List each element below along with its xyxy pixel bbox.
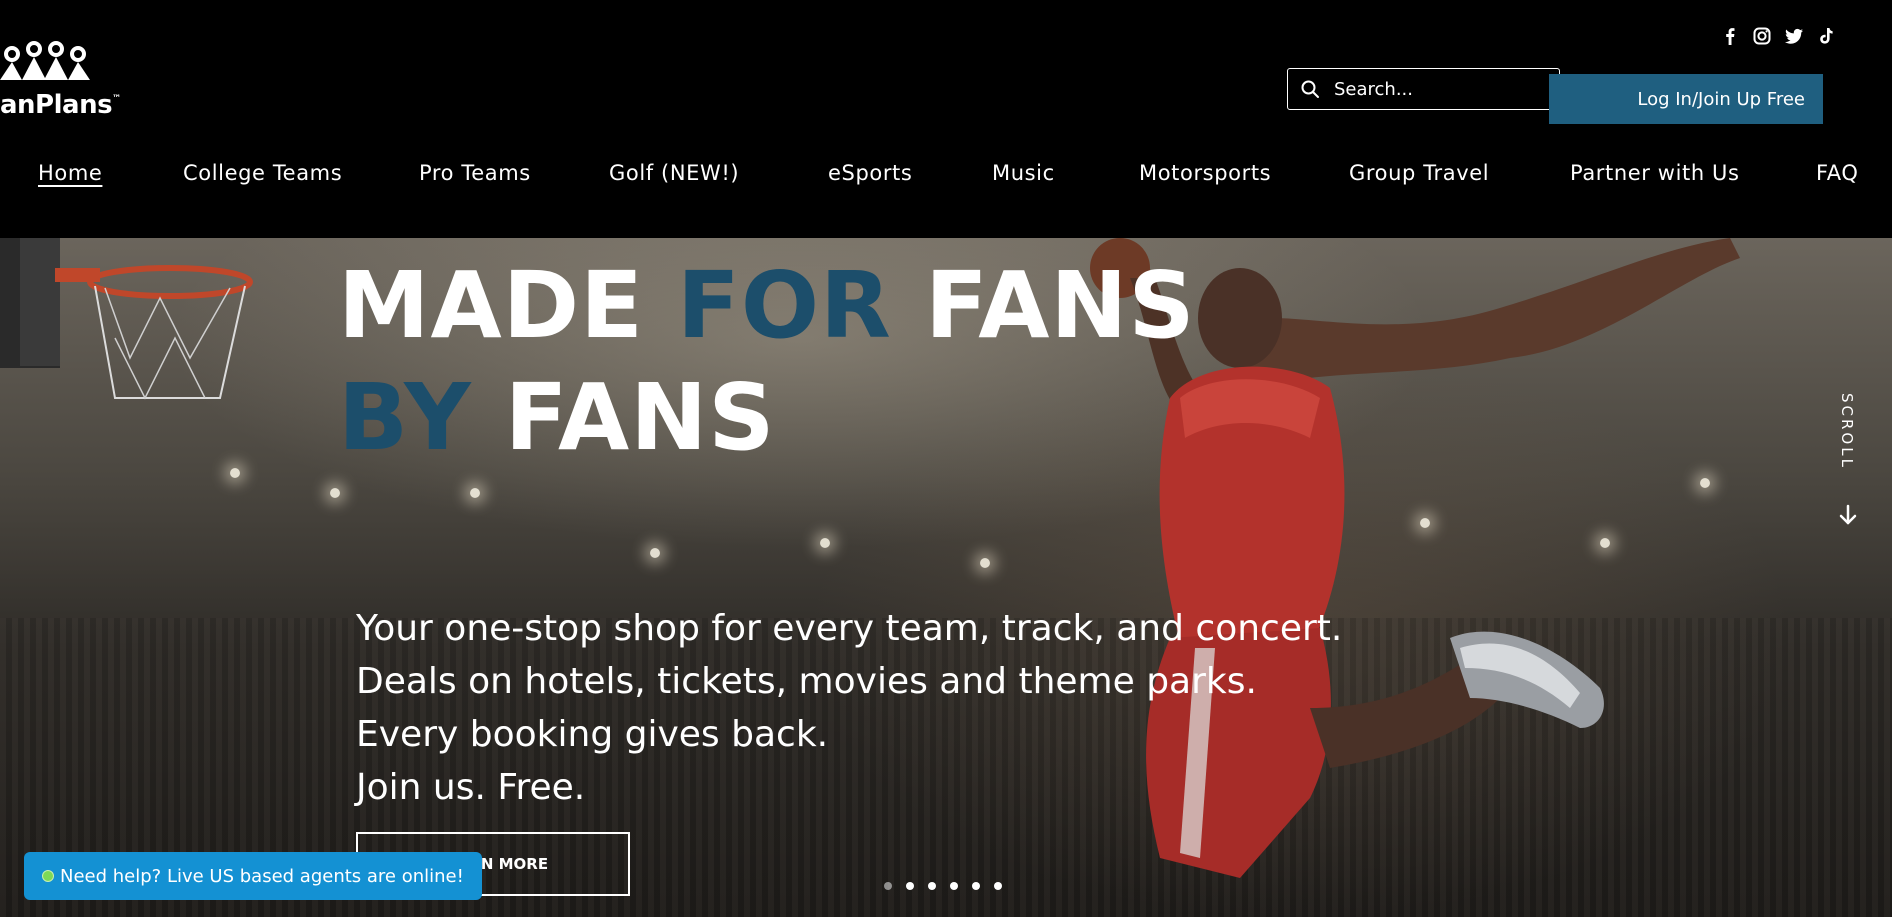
- search-input[interactable]: [1332, 77, 1552, 101]
- nav-item-faq[interactable]: FAQ: [1816, 161, 1858, 185]
- nav-item-pro-teams[interactable]: Pro Teams: [419, 161, 531, 185]
- nav-item-esports[interactable]: eSports: [828, 161, 912, 185]
- logo-text: anPlans™: [0, 90, 121, 120]
- tagline-line: Every booking gives back.: [356, 714, 829, 755]
- help-chip-label: Need help? Live US based agents are onli…: [60, 865, 464, 887]
- nav-item-music[interactable]: Music: [992, 161, 1055, 185]
- slide-dot[interactable]: [884, 882, 892, 890]
- tagline-line: Deals on hotels, tickets, movies and the…: [356, 661, 1257, 702]
- nav-item-golf[interactable]: Golf (NEW!): [609, 161, 739, 185]
- nav-item-partner-with-us[interactable]: Partner with Us: [1570, 161, 1740, 185]
- arrow-down-icon[interactable]: [1836, 503, 1860, 527]
- slide-dot[interactable]: [906, 882, 914, 890]
- live-chat-help-button[interactable]: Need help? Live US based agents are onli…: [24, 852, 482, 900]
- nav-item-motorsports[interactable]: Motorsports: [1139, 161, 1271, 185]
- site-logo[interactable]: anPlans™: [0, 40, 130, 120]
- tagline-line: Your one-stop shop for every team, track…: [356, 608, 1343, 649]
- headline-word-for: FOR: [677, 252, 892, 359]
- nav-item-college-teams[interactable]: College Teams: [183, 161, 342, 185]
- slide-dot[interactable]: [972, 882, 980, 890]
- social-links: [1720, 26, 1836, 46]
- basketball-hoop-image: [0, 238, 253, 400]
- headline-line-1: MADE FOR FANS: [338, 250, 1196, 362]
- facebook-icon[interactable]: [1720, 26, 1740, 46]
- slide-dot[interactable]: [994, 882, 1002, 890]
- headline-line-2: BY FANS: [338, 362, 1196, 474]
- search-icon[interactable]: [1288, 69, 1332, 109]
- slide-dot[interactable]: [928, 882, 936, 890]
- hero-slideshow: MADE FOR FANS BY FANS Your one-stop shop…: [0, 238, 1892, 917]
- search-box[interactable]: [1287, 68, 1560, 110]
- site-header: anPlans™ Log In/Join Up Free Home Colleg…: [0, 0, 1892, 238]
- twitter-icon[interactable]: [1784, 26, 1804, 46]
- scroll-indicator[interactable]: SCROLL: [1830, 393, 1866, 533]
- headline-word-made: MADE: [338, 252, 644, 359]
- tiktok-icon[interactable]: [1816, 26, 1836, 46]
- hero-headline: MADE FOR FANS BY FANS: [338, 250, 1196, 474]
- scroll-label: SCROLL: [1838, 393, 1856, 470]
- slide-dot[interactable]: [950, 882, 958, 890]
- nav-item-group-travel[interactable]: Group Travel: [1349, 161, 1489, 185]
- nav-item-home[interactable]: Home: [38, 161, 102, 185]
- tagline-line: Join us. Free.: [356, 767, 586, 808]
- headline-word-by: BY: [338, 364, 472, 471]
- slide-pagination: [884, 882, 1002, 890]
- instagram-icon[interactable]: [1752, 26, 1772, 46]
- fans-logo-icon: [0, 41, 90, 80]
- headline-word-fans-2: FANS: [504, 364, 776, 471]
- main-nav: Home College Teams Pro Teams Golf (NEW!)…: [0, 155, 1892, 195]
- headline-word-fans: FANS: [924, 252, 1196, 359]
- hero-tagline: Your one-stop shop for every team, track…: [356, 602, 1342, 814]
- online-status-dot-icon: [42, 870, 54, 882]
- login-join-button[interactable]: Log In/Join Up Free: [1549, 74, 1823, 124]
